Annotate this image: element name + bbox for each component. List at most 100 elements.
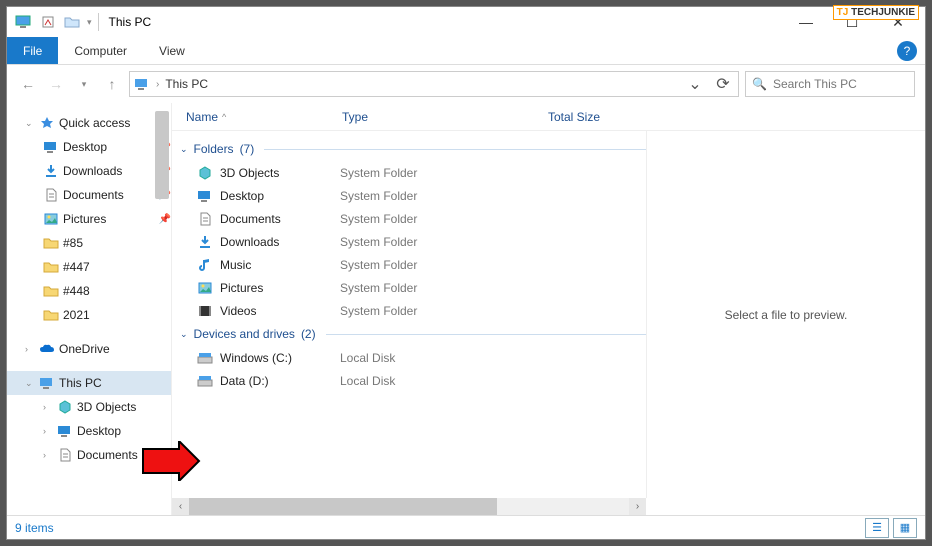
chevron-right-icon[interactable]: ›	[43, 402, 53, 412]
folder-icon	[43, 235, 59, 251]
scroll-right-button[interactable]: ›	[629, 498, 646, 515]
column-name[interactable]: Name ^	[186, 110, 342, 124]
refresh-button[interactable]: ⟳	[712, 74, 734, 94]
window-title: This PC	[109, 15, 152, 29]
address-bar: ← → ▾ ↑ › This PC ⌄ ⟳ 🔍 Search This PC	[7, 65, 925, 103]
drive-icon	[196, 349, 214, 367]
nav-label: Desktop	[77, 424, 171, 438]
column-type[interactable]: Type	[342, 110, 548, 124]
list-item[interactable]: VideosSystem Folder	[172, 299, 646, 322]
qat-folder-icon[interactable]	[63, 13, 81, 31]
item-name: Data (D:)	[220, 374, 340, 388]
status-bar: 9 items ☰ ▦	[7, 515, 925, 539]
pc-icon	[15, 13, 33, 31]
videos-icon	[196, 302, 214, 320]
scroll-left-button[interactable]: ‹	[172, 498, 189, 515]
chevron-down-icon[interactable]: ⌄	[25, 118, 35, 129]
sidebar-item-desktop[interactable]: Desktop📌	[7, 135, 171, 159]
pc-icon	[134, 78, 150, 90]
nav-onedrive[interactable]: › OneDrive	[7, 337, 171, 361]
chevron-right-icon[interactable]: ›	[43, 450, 53, 460]
chevron-right-icon[interactable]: ›	[156, 79, 159, 90]
item-type: System Folder	[340, 281, 417, 295]
sidebar-item-folder[interactable]: 2021	[7, 303, 171, 327]
column-total-size[interactable]: Total Size	[548, 110, 668, 124]
nav-label: 3D Objects	[77, 400, 171, 414]
desktop-icon	[43, 139, 59, 155]
address-box[interactable]: › This PC ⌄ ⟳	[129, 71, 739, 97]
nav-label: Desktop	[63, 140, 155, 154]
folder-icon	[43, 283, 59, 299]
preview-empty-text: Select a file to preview.	[725, 308, 848, 322]
address-dropdown-icon[interactable]: ⌄	[684, 74, 706, 94]
item-name: Desktop	[220, 189, 340, 203]
item-count: 9 items	[15, 521, 54, 535]
chevron-down-icon[interactable]: ⌄	[25, 378, 35, 389]
item-name: Pictures	[220, 281, 340, 295]
sidebar-item-folder[interactable]: #448	[7, 279, 171, 303]
documents-icon	[196, 210, 214, 228]
qat-properties-icon[interactable]	[39, 13, 57, 31]
back-button[interactable]: ←	[17, 73, 39, 95]
tab-view[interactable]: View	[143, 37, 201, 64]
chevron-down-icon[interactable]: ⌄	[180, 329, 188, 340]
recent-dropdown[interactable]: ▾	[73, 73, 95, 95]
sidebar-item-documents[interactable]: › Documents	[7, 443, 171, 467]
qat-dropdown-icon[interactable]: ▾	[87, 17, 92, 28]
file-list: ⌄ Folders (7) 3D ObjectsSystem FolderDes…	[172, 131, 646, 498]
search-input[interactable]: 🔍 Search This PC	[745, 71, 915, 97]
sidebar-item-3d-objects[interactable]: › 3D Objects	[7, 395, 171, 419]
list-item[interactable]: DocumentsSystem Folder	[172, 207, 646, 230]
item-type: System Folder	[340, 304, 417, 318]
sidebar-item-downloads[interactable]: Downloads📌	[7, 159, 171, 183]
forward-button[interactable]: →	[45, 73, 67, 95]
list-item[interactable]: 3D ObjectsSystem Folder	[172, 161, 646, 184]
nav-label: #448	[63, 284, 171, 298]
item-name: Windows (C:)	[220, 351, 340, 365]
nav-this-pc[interactable]: ⌄ This PC	[7, 371, 171, 395]
music-icon	[196, 256, 214, 274]
icons-view-button[interactable]: ▦	[893, 518, 917, 538]
search-icon: 🔍	[752, 77, 767, 91]
group-folders[interactable]: ⌄ Folders (7)	[172, 137, 646, 161]
nav-label: This PC	[59, 376, 171, 390]
nav-label: Documents	[77, 448, 171, 462]
minimize-button[interactable]: —	[783, 7, 829, 37]
item-type: System Folder	[340, 258, 417, 272]
nav-quick-access[interactable]: ⌄ Quick access	[7, 111, 171, 135]
list-item[interactable]: Windows (C:)Local Disk	[172, 346, 646, 369]
sidebar-item-documents[interactable]: Documents📌	[7, 183, 171, 207]
list-item[interactable]: MusicSystem Folder	[172, 253, 646, 276]
group-drives[interactable]: ⌄ Devices and drives (2)	[172, 322, 646, 346]
list-item[interactable]: PicturesSystem Folder	[172, 276, 646, 299]
help-button[interactable]: ?	[897, 41, 917, 61]
documents-icon	[43, 187, 59, 203]
list-item[interactable]: DesktopSystem Folder	[172, 184, 646, 207]
item-name: 3D Objects	[220, 166, 340, 180]
chevron-right-icon[interactable]: ›	[25, 344, 35, 354]
nav-label: #447	[63, 260, 171, 274]
file-tab[interactable]: File	[7, 37, 58, 64]
3d-icon	[196, 164, 214, 182]
chevron-down-icon[interactable]: ⌄	[180, 144, 188, 155]
scroll-thumb[interactable]	[189, 498, 497, 515]
search-placeholder: Search This PC	[773, 77, 857, 91]
up-button[interactable]: ↑	[101, 73, 123, 95]
chevron-right-icon[interactable]: ›	[43, 426, 53, 436]
details-view-button[interactable]: ☰	[865, 518, 889, 538]
tab-computer[interactable]: Computer	[58, 37, 143, 64]
list-item[interactable]: DownloadsSystem Folder	[172, 230, 646, 253]
downloads-icon	[43, 163, 59, 179]
breadcrumb[interactable]: This PC	[165, 77, 208, 91]
sidebar-item-pictures[interactable]: Pictures📌	[7, 207, 171, 231]
sidebar-item-desktop[interactable]: › Desktop	[7, 419, 171, 443]
sidebar-item-folder[interactable]: #447	[7, 255, 171, 279]
sidebar-item-folder[interactable]: #85	[7, 231, 171, 255]
titlebar: ▾ This PC — ☐ ✕	[7, 7, 925, 37]
documents-icon	[57, 447, 73, 463]
pictures-icon	[196, 279, 214, 297]
horizontal-scrollbar[interactable]: ‹ ›	[172, 498, 646, 515]
pictures-icon	[43, 211, 59, 227]
list-item[interactable]: Data (D:)Local Disk	[172, 369, 646, 392]
nav-scrollbar[interactable]	[155, 111, 169, 199]
